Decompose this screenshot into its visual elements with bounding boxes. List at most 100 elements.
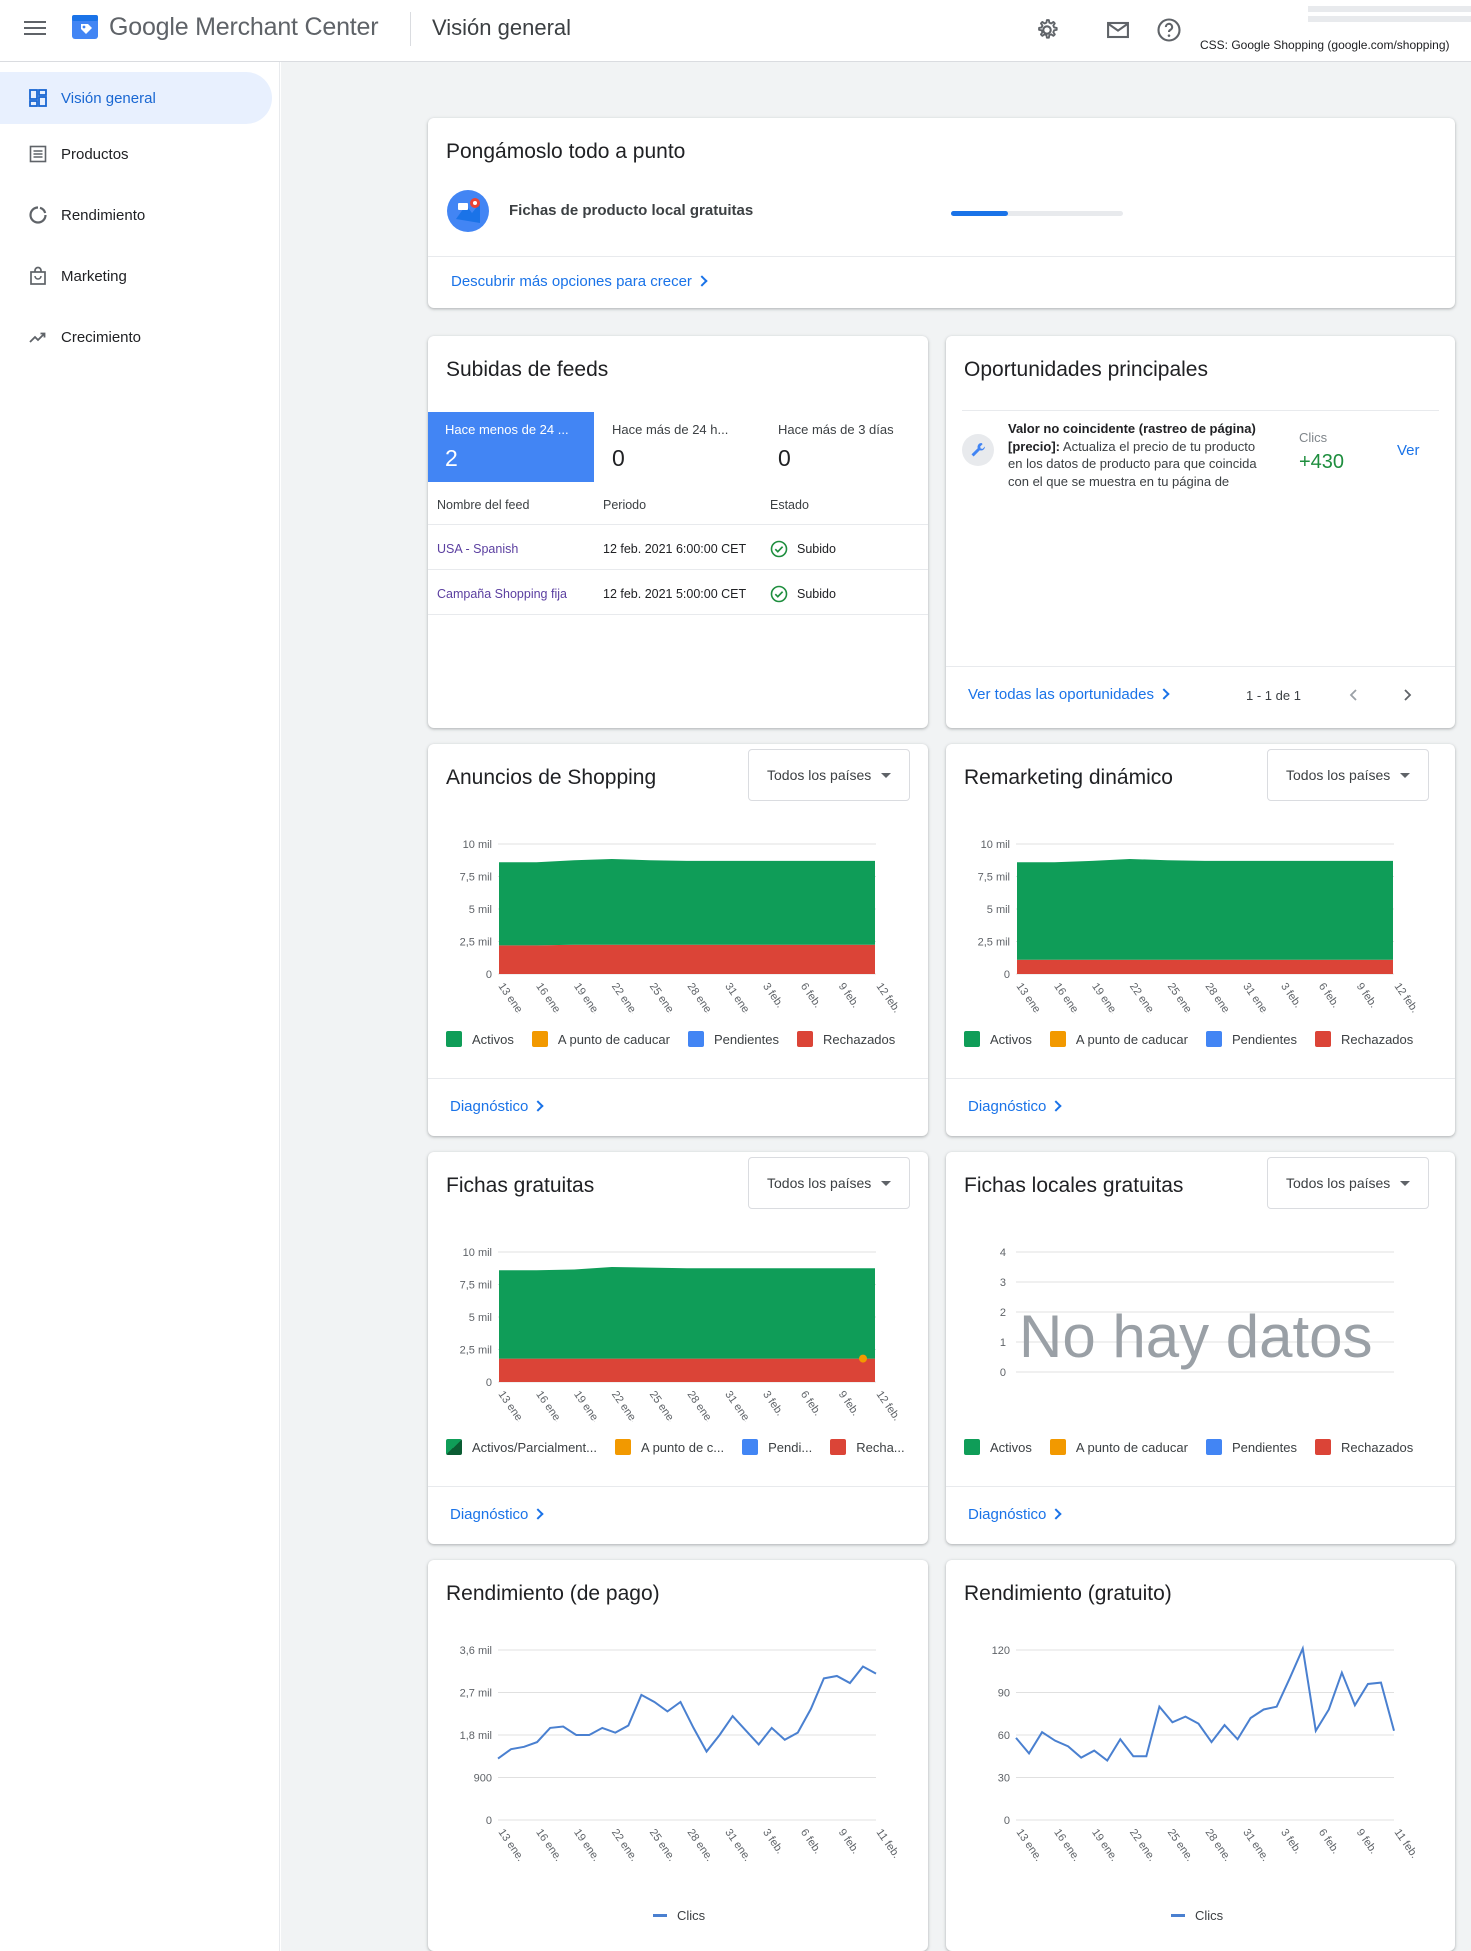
tab-label: Hace menos de 24 ... <box>445 422 569 437</box>
remarketing-card: Remarketing dinámico Todos los países 0 2… <box>946 744 1455 1136</box>
column-header[interactable]: Nombre del feed <box>437 498 529 512</box>
opportunities-title: Oportunidades principales <box>964 358 1208 381</box>
menu-icon[interactable] <box>22 17 48 41</box>
paid-performance-card: Rendimiento (de pago) 0 900 1,8 mil 2,7 mil… <box>428 1560 928 1951</box>
legend-item-clics[interactable]: Clics <box>653 1908 705 1923</box>
country-filter-dropdown[interactable]: Todos los países <box>748 749 910 801</box>
feed-status: Subido <box>797 587 836 601</box>
x-tick-label: 13 ene. <box>1014 981 1045 1014</box>
header-divider <box>410 12 411 46</box>
country-filter-dropdown[interactable]: Todos los países <box>1267 1157 1429 1209</box>
feed-period: 12 feb. 2021 5:00:00 CET <box>603 587 747 601</box>
tab-more-than-24h[interactable]: Hace más de 24 h... 0 <box>595 412 761 482</box>
y-tick-label: 7,5 mil <box>978 872 1010 884</box>
x-tick-label: 16 ene. <box>1051 1827 1082 1864</box>
legend-item-activos[interactable]: Activos <box>964 1031 1032 1047</box>
y-tick-label: 2,5 mil <box>460 1345 492 1357</box>
legend-item-activos[interactable]: Activos/Parcialment... <box>446 1439 597 1455</box>
view-opportunity-button[interactable]: Ver <box>1397 442 1420 459</box>
x-tick-label: 3 feb. <box>1278 981 1304 1010</box>
y-tick-label: 2,5 mil <box>460 937 492 949</box>
country-filter-dropdown[interactable]: Todos los países <box>748 1157 910 1209</box>
free-listings-title: Fichas gratuitas <box>446 1174 595 1197</box>
x-tick-label: 25 ene. <box>647 981 678 1014</box>
legend-item-a-punto[interactable]: A punto de c... <box>615 1439 724 1455</box>
y-tick-label: 60 <box>998 1730 1010 1742</box>
legend-item-rechazados[interactable]: Rechazados <box>1315 1439 1413 1455</box>
legend-item-pendientes[interactable]: Pendientes <box>1205 1031 1297 1047</box>
legend-item-a-punto[interactable]: A punto de caducar <box>531 1031 670 1047</box>
chart-legend: Activos/Parcialment... A punto de c... P… <box>446 1439 923 1455</box>
y-tick-label: 2,7 mil <box>460 1688 492 1700</box>
x-tick-label: 12 feb. <box>874 1389 903 1422</box>
shopping-bag-icon <box>30 266 46 285</box>
y-tick-label: 0 <box>486 1815 492 1827</box>
y-tick-label: 10 mil <box>463 1247 492 1259</box>
legend-item-a-punto[interactable]: A punto de caducar <box>1049 1031 1188 1047</box>
tab-less-than-24h[interactable]: Hace menos de 24 ... 2 <box>428 412 594 482</box>
legend-item-clics[interactable]: Clics <box>1171 1908 1223 1923</box>
gear-icon[interactable] <box>1033 16 1061 44</box>
chevron-right-icon[interactable] <box>1399 687 1415 703</box>
sidebar-item-label: Productos <box>61 145 129 163</box>
main-content: Pongámoslo todo a punto Fichas de produc… <box>281 62 1471 1951</box>
x-tick-label: 16 ene. <box>533 1827 564 1864</box>
diagnostic-link[interactable]: Diagnóstico <box>450 1098 545 1115</box>
legend-item-activos[interactable]: Activos <box>964 1439 1032 1455</box>
y-tick-label: 4 <box>1000 1247 1006 1259</box>
x-tick-label: 12 feb. <box>874 981 903 1014</box>
opportunities-card: Oportunidades principales Valor no coinc… <box>946 336 1455 728</box>
legend-item-rechazados[interactable]: Recha... <box>830 1439 905 1455</box>
diagnostic-link[interactable]: Diagnóstico <box>450 1506 545 1523</box>
trending-up-icon <box>29 332 46 343</box>
tab-more-than-3-days[interactable]: Hace más de 3 días 0 <box>761 412 927 482</box>
diagnostic-link[interactable]: Diagnóstico <box>968 1506 1063 1523</box>
grow-options-link[interactable]: Descubrir más opciones para crecer <box>451 273 708 290</box>
x-tick-label: 25 ene. <box>647 1389 678 1422</box>
y-tick-label: 0 <box>486 969 492 981</box>
area-series-rechazados <box>499 944 875 974</box>
diagnostic-link[interactable]: Diagnóstico <box>968 1098 1063 1115</box>
feed-period: 12 feb. 2021 6:00:00 CET <box>603 542 747 556</box>
y-tick-label: 7,5 mil <box>460 872 492 884</box>
area-series-rechazados <box>1017 959 1393 974</box>
sidebar-item-products[interactable]: Productos <box>0 128 272 180</box>
legend-item-pendientes[interactable]: Pendientes <box>1205 1439 1297 1455</box>
x-tick-label: 31 ene. <box>722 1827 753 1864</box>
feed-name-link[interactable]: USA - Spanish <box>437 542 518 556</box>
free-performance-card: Rendimiento (gratuito) 0 30 60 90 120 13 ene.… <box>946 1560 1455 1951</box>
feed-name-link[interactable]: Campaña Shopping fija <box>437 587 567 601</box>
css-label[interactable]: CSS: Google Shopping (google.com/shoppin… <box>1200 38 1450 52</box>
y-tick-label: 10 mil <box>463 839 492 851</box>
chevron-left-icon[interactable] <box>1346 687 1362 703</box>
sidebar-item-marketing[interactable]: Marketing <box>0 250 272 302</box>
y-tick-label: 0 <box>1004 969 1010 981</box>
free-listings-chart: 0 2,5 mil 5 mil 7,5 mil 10 mil 13 ene. 16 ene.… <box>460 1247 903 1422</box>
list-icon <box>29 145 47 163</box>
legend-item-rechazados[interactable]: Rechazados <box>1315 1031 1413 1047</box>
x-tick-label: 9 feb. <box>1354 981 1380 1010</box>
shopping-ads-chart: 0 2,5 mil 5 mil 7,5 mil 10 mil 13 ene. 16 ene.… <box>460 839 903 1014</box>
legend-item-rechazados[interactable]: Rechazados <box>797 1031 895 1047</box>
legend-item-activos[interactable]: Activos <box>446 1031 514 1047</box>
free-performance-chart: 0 30 60 90 120 13 ene. 16 ene. 19 ene. 22 ene. 25… <box>992 1645 1421 1864</box>
shopping-ads-title: Anuncios de Shopping <box>446 766 657 789</box>
x-tick-label: 3 feb. <box>760 981 786 1010</box>
sidebar-item-performance[interactable]: Rendimiento <box>0 189 272 241</box>
country-filter-dropdown[interactable]: Todos los países <box>1267 749 1429 801</box>
sidebar-item-overview[interactable]: Visión general <box>0 72 272 124</box>
no-data-message: No hay datos <box>1019 1303 1373 1370</box>
all-opportunities-link[interactable]: Ver todas las oportunidades <box>968 686 1170 703</box>
x-tick-label: 19 ene. <box>1089 1827 1120 1864</box>
column-header[interactable]: Periodo <box>603 498 646 512</box>
legend-item-pendientes[interactable]: Pendi... <box>742 1439 812 1455</box>
x-tick-label: 19 ene. <box>571 1389 602 1422</box>
legend-item-pendientes[interactable]: Pendientes <box>687 1031 779 1047</box>
mail-icon[interactable] <box>1104 16 1132 44</box>
y-tick-label: 7,5 mil <box>460 1280 492 1292</box>
help-icon[interactable] <box>1155 16 1183 44</box>
legend-item-a-punto[interactable]: A punto de caducar <box>1049 1439 1188 1455</box>
donut-icon <box>29 206 47 224</box>
column-header[interactable]: Estado <box>770 498 809 512</box>
sidebar-item-growth[interactable]: Crecimiento <box>0 311 272 363</box>
